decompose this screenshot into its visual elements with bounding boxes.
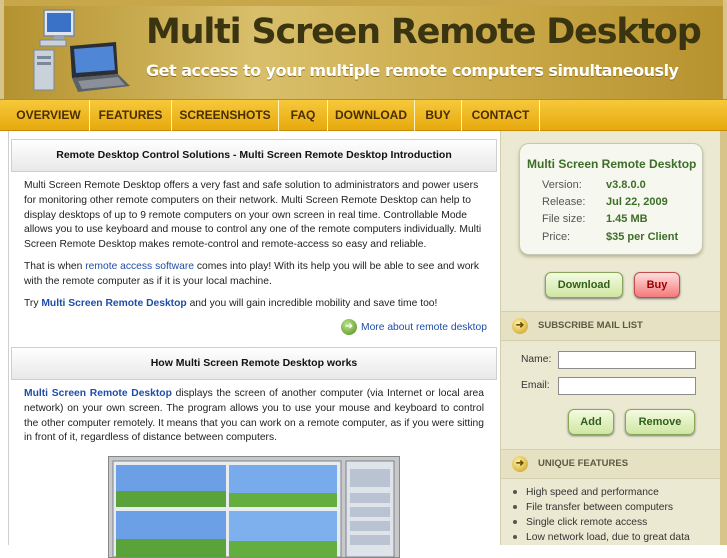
nav-download[interactable]: DOWNLOAD (328, 100, 415, 131)
feature-text: Low network load, due to great data (526, 532, 690, 543)
remove-button[interactable]: Remove (625, 409, 695, 435)
intro-p2-text-before: That is when (24, 261, 86, 272)
email-input[interactable] (558, 377, 696, 395)
release-label: Release: (542, 196, 586, 208)
feature-item: High speed and performance (513, 487, 713, 498)
intro-paragraph-2: That is when remote access software come… (24, 260, 484, 290)
arrow-right-icon: ➜ (512, 456, 528, 472)
arrow-right-icon: ➜ (341, 319, 357, 336)
name-label: Name: (521, 354, 552, 365)
release-row: Release: Jul 22, 2009 (542, 196, 702, 212)
price-row: Price: $35 per Client (542, 231, 702, 247)
main-nav: OVERVIEW FEATURES SCREENSHOTS FAQ DOWNLO… (0, 99, 727, 131)
price-label: Price: (542, 231, 571, 243)
bullet-icon (513, 490, 517, 495)
filesize-label: File size: (542, 213, 586, 225)
download-button[interactable]: Download (545, 272, 623, 298)
email-label: Email: (521, 380, 550, 391)
intro-paragraph-1: Multi Screen Remote Desktop offers a ver… (24, 180, 482, 251)
bullet-icon (513, 535, 517, 540)
nav-screenshots[interactable]: SCREENSHOTS (172, 100, 279, 131)
screenshot-image[interactable] (108, 456, 400, 558)
feature-text: High speed and performance (526, 487, 659, 498)
price-value: $35 per Client (606, 231, 679, 243)
version-label: Version: (542, 179, 582, 191)
version-row: Version: v3.8.0.0 (542, 179, 702, 195)
bullet-icon (513, 505, 517, 510)
features-heading-text: UNIQUE FEATURES (538, 458, 629, 469)
product-info-box: Multi Screen Remote Desktop Version: v3.… (519, 143, 703, 255)
add-button[interactable]: Add (568, 409, 614, 435)
nav-buy[interactable]: BUY (415, 100, 462, 131)
bullet-icon (513, 520, 517, 525)
sidebar: Multi Screen Remote Desktop Version: v3.… (500, 131, 721, 545)
nav-faq[interactable]: FAQ (279, 100, 328, 131)
filesize-row: File size: 1.45 MB (542, 213, 702, 229)
intro-p3-text-after: and you will gain incredible mobility an… (186, 298, 438, 309)
feature-item: File transfer between computers (513, 502, 713, 513)
how-heading: How Multi Screen Remote Desktop works (11, 347, 497, 380)
buy-button[interactable]: Buy (634, 272, 680, 298)
features-heading: ➜ UNIQUE FEATURES (501, 449, 721, 479)
nav-overview[interactable]: OVERVIEW (8, 100, 90, 131)
intro-p3-text-before: Try (24, 298, 42, 309)
nav-features[interactable]: FEATURES (90, 100, 172, 131)
more-about-remote-desktop-link[interactable]: ➜ More about remote desktop (341, 319, 487, 337)
intro-paragraph-3: Try Multi Screen Remote Desktop and you … (24, 297, 484, 312)
computers-icon (33, 9, 130, 92)
site-subtitle: Get access to your multiple remote compu… (146, 61, 679, 80)
feature-text: Single click remote access (526, 517, 648, 528)
feature-item: Single click remote access (513, 517, 713, 528)
site-title: Multi Screen Remote Desktop (146, 12, 702, 52)
name-input[interactable] (558, 351, 696, 369)
site-header: Multi Screen Remote Desktop Get access t… (0, 0, 727, 99)
feature-item: Low network load, due to great data (513, 532, 713, 543)
page-border-right (720, 131, 727, 545)
subscribe-heading: ➜ SUBSCRIBE MAIL LIST (501, 311, 721, 341)
main-content: Remote Desktop Control Solutions - Multi… (8, 131, 497, 558)
version-value: v3.8.0.0 (606, 179, 646, 191)
product-link-2[interactable]: Multi Screen Remote Desktop (24, 388, 172, 399)
feature-text: File transfer between computers (526, 502, 674, 513)
intro-heading: Remote Desktop Control Solutions - Multi… (11, 139, 497, 172)
how-paragraph: Multi Screen Remote Desktop displays the… (24, 387, 484, 446)
nav-contact[interactable]: CONTACT (462, 100, 540, 131)
subscribe-heading-text: SUBSCRIBE MAIL LIST (538, 320, 643, 331)
product-link[interactable]: Multi Screen Remote Desktop (41, 298, 186, 309)
remote-access-software-link[interactable]: remote access software (85, 261, 194, 272)
arrow-right-icon: ➜ (512, 318, 528, 334)
more-link-label: More about remote desktop (361, 322, 487, 333)
release-value: Jul 22, 2009 (606, 196, 668, 208)
filesize-value: 1.45 MB (606, 213, 648, 225)
product-info-title: Multi Screen Remote Desktop (527, 157, 697, 171)
